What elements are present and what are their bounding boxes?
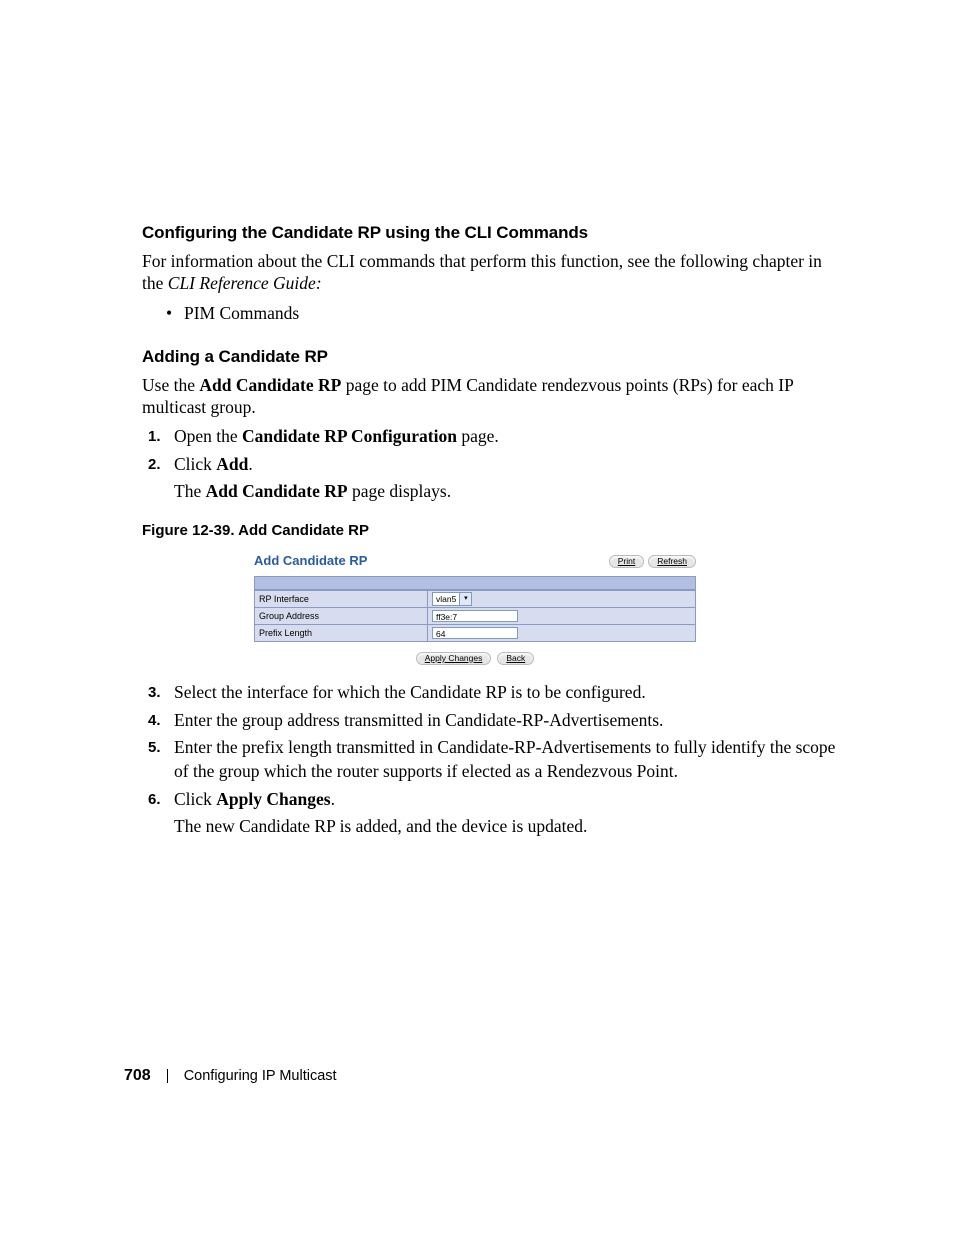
refresh-button[interactable]: Refresh: [648, 555, 696, 568]
select-value: vlan5: [436, 594, 456, 604]
text: Click: [174, 789, 216, 809]
step-subtext: The new Candidate RP is added, and the d…: [174, 815, 846, 839]
bullet-list: PIM Commands: [142, 301, 846, 326]
heading-adding-rp: Adding a Candidate RP: [142, 347, 846, 367]
prefix-length-label: Prefix Length: [255, 624, 428, 641]
bold-text: Apply Changes: [216, 789, 330, 809]
step-item: Select the interface for which the Candi…: [142, 681, 846, 705]
panel-footer: Apply Changes Back: [254, 652, 696, 665]
prefix-length-input[interactable]: 64: [432, 627, 518, 639]
text: page.: [457, 426, 499, 446]
text: Use the: [142, 375, 199, 395]
footer-chapter: Configuring IP Multicast: [184, 1068, 337, 1084]
panel-title: Add Candidate RP: [254, 553, 367, 568]
text: .: [331, 789, 335, 809]
chevron-down-icon: ▾: [459, 593, 471, 605]
step-item: Click Add. The Add Candidate RP page dis…: [142, 453, 846, 504]
bold-text: Add: [216, 454, 248, 474]
text: Click: [174, 454, 216, 474]
figure-caption: Figure 12-39. Add Candidate RP: [142, 522, 846, 539]
bold-text: Add Candidate RP: [206, 481, 348, 501]
rp-interface-select[interactable]: vlan5 ▾: [432, 592, 472, 606]
step-item: Enter the prefix length transmitted in C…: [142, 736, 846, 783]
bold-text: Candidate RP Configuration: [242, 426, 457, 446]
bullet-item: PIM Commands: [184, 301, 846, 326]
page-footer: 708 Configuring IP Multicast: [124, 1067, 337, 1085]
ordered-steps-continued: Select the interface for which the Candi…: [142, 681, 846, 839]
text: page displays.: [348, 481, 452, 501]
table-row: RP Interface vlan5 ▾: [255, 590, 696, 607]
text: .: [248, 454, 252, 474]
prefix-length-cell: 64: [428, 624, 696, 641]
ordered-steps: Open the Candidate RP Configuration page…: [142, 425, 846, 504]
panel-separator: [254, 576, 696, 590]
step-item: Click Apply Changes. The new Candidate R…: [142, 788, 846, 839]
rp-interface-label: RP Interface: [255, 590, 428, 607]
page-number: 708: [124, 1067, 151, 1085]
page: Configuring the Candidate RP using the C…: [0, 0, 954, 1235]
heading-config-cli: Configuring the Candidate RP using the C…: [142, 223, 846, 243]
group-address-cell: ff3e:7: [428, 607, 696, 624]
table-row: Prefix Length 64: [255, 624, 696, 641]
paragraph: For information about the CLI commands t…: [142, 251, 846, 295]
paragraph: Use the Add Candidate RP page to add PIM…: [142, 375, 846, 419]
form-table: RP Interface vlan5 ▾ Group Address ff3e:…: [254, 590, 696, 642]
step-item: Open the Candidate RP Configuration page…: [142, 425, 846, 449]
panel-header: Add Candidate RP Print Refresh: [254, 553, 696, 576]
apply-changes-button[interactable]: Apply Changes: [416, 652, 492, 665]
group-address-input[interactable]: ff3e:7: [432, 610, 518, 622]
group-address-label: Group Address: [255, 607, 428, 624]
bold-text: Add Candidate RP: [199, 375, 341, 395]
figure-panel: Add Candidate RP Print Refresh RP Interf…: [254, 553, 696, 665]
back-button[interactable]: Back: [497, 652, 534, 665]
step-subtext: The Add Candidate RP page displays.: [174, 480, 846, 504]
footer-divider: [167, 1069, 168, 1083]
panel-link-group: Print Refresh: [609, 555, 696, 568]
print-button[interactable]: Print: [609, 555, 644, 568]
cli-ref-guide: CLI Reference Guide:: [168, 273, 322, 293]
rp-interface-cell: vlan5 ▾: [428, 590, 696, 607]
text: The: [174, 481, 206, 501]
table-row: Group Address ff3e:7: [255, 607, 696, 624]
step-item: Enter the group address transmitted in C…: [142, 709, 846, 733]
text: Open the: [174, 426, 242, 446]
